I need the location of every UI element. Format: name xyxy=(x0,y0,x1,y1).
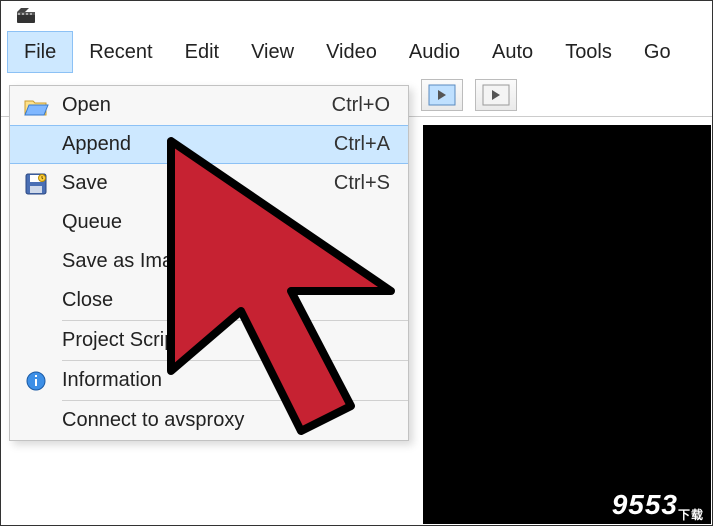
menu-item-label: Open xyxy=(62,94,332,117)
menu-item-label: Append xyxy=(62,133,334,156)
menu-open[interactable]: Open Ctrl+O xyxy=(10,86,408,125)
arrow-right-icon xyxy=(482,84,510,106)
menu-tools[interactable]: Tools xyxy=(549,31,628,73)
menu-label: Tools xyxy=(565,41,612,64)
menu-file[interactable]: File xyxy=(7,31,73,73)
menu-queue[interactable]: Queue xyxy=(10,203,408,242)
menu-item-shortcut: Ctrl+A xyxy=(334,133,408,156)
menu-item-label: Connect to avsproxy xyxy=(62,409,408,432)
video-area xyxy=(423,125,711,524)
menu-label: Edit xyxy=(185,41,219,64)
menu-item-label: Close xyxy=(62,289,408,312)
menu-view[interactable]: View xyxy=(235,31,310,73)
menu-item-label: Save as Imag xyxy=(62,250,408,273)
menu-label: Audio xyxy=(409,41,460,64)
toolbar-button-1[interactable] xyxy=(421,79,463,111)
menu-project-script[interactable]: Project Script xyxy=(10,321,408,360)
menubar: File Recent Edit View Video Audio Auto T… xyxy=(1,31,712,73)
menu-edit[interactable]: Edit xyxy=(169,31,235,73)
menu-item-label: Save xyxy=(62,172,334,195)
save-icon xyxy=(10,172,62,196)
app-icon xyxy=(15,7,37,25)
file-dropdown: Open Ctrl+O Append Ctrl+A Save Ctrl+S Qu… xyxy=(9,85,409,441)
menu-item-label: Project Script xyxy=(62,329,408,352)
menu-label: File xyxy=(24,41,56,64)
menu-video[interactable]: Video xyxy=(310,31,393,73)
toolbar-button-2[interactable] xyxy=(475,79,517,111)
menu-label: Video xyxy=(326,41,377,64)
watermark: 9553下载 xyxy=(612,489,704,523)
watermark-suffix: 下载 xyxy=(678,508,704,522)
menu-item-shortcut: Ctrl+O xyxy=(332,94,408,117)
menu-audio[interactable]: Audio xyxy=(393,31,476,73)
menu-information[interactable]: Information xyxy=(10,361,408,400)
menu-auto[interactable]: Auto xyxy=(476,31,549,73)
menu-save[interactable]: Save Ctrl+S xyxy=(10,164,408,203)
watermark-site: 9553 xyxy=(612,489,678,520)
menu-save-as-image[interactable]: Save as Imag xyxy=(10,242,408,281)
menu-label: Recent xyxy=(89,41,152,64)
menu-go[interactable]: Go xyxy=(628,31,687,73)
menu-label: Auto xyxy=(492,41,533,64)
titlebar xyxy=(1,1,712,31)
menu-connect-avsproxy[interactable]: Connect to avsproxy xyxy=(10,401,408,440)
menu-recent[interactable]: Recent xyxy=(73,31,168,73)
arrow-right-icon xyxy=(428,84,456,106)
info-icon xyxy=(10,370,62,392)
menu-label: Go xyxy=(644,41,671,64)
menu-item-shortcut: Ctrl+S xyxy=(334,172,408,195)
menu-item-label: Information xyxy=(62,369,408,392)
menu-label: View xyxy=(251,41,294,64)
open-icon xyxy=(10,95,62,117)
menu-close[interactable]: Close xyxy=(10,281,408,320)
menu-append[interactable]: Append Ctrl+A xyxy=(10,125,408,164)
menu-item-label: Queue xyxy=(62,211,408,234)
